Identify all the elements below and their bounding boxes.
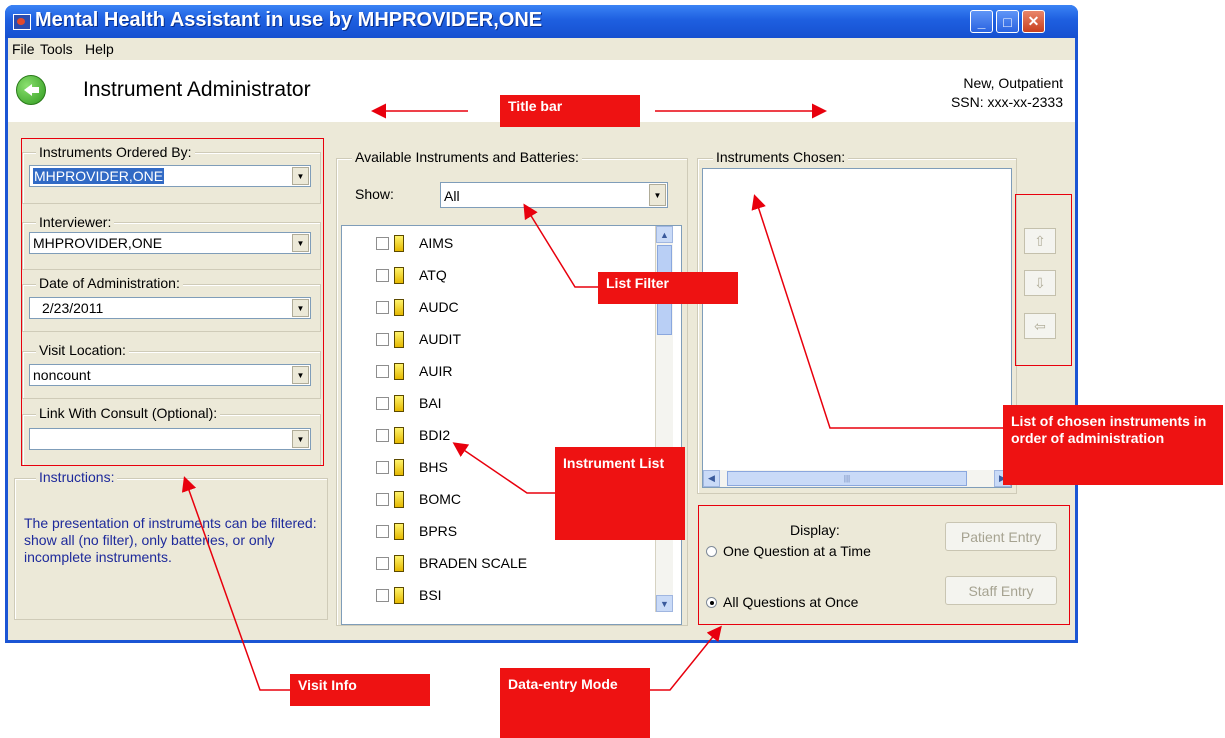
- callout-chosen-list: List of chosen instruments in order of a…: [1003, 405, 1223, 485]
- callout-list-filter: List Filter: [598, 272, 738, 304]
- callout-visit-info: Visit Info: [290, 674, 430, 706]
- callout-data-entry: Data-entry Mode: [500, 668, 650, 738]
- callout-title-bar: Title bar: [500, 95, 640, 127]
- callout-instrument-list: Instrument List: [555, 447, 685, 540]
